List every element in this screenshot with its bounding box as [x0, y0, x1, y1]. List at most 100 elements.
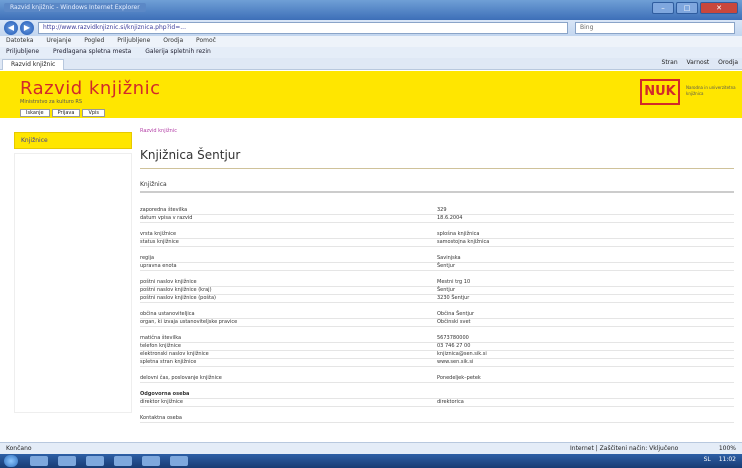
- breadcrumb[interactable]: Razvid knjižnic: [140, 128, 734, 134]
- field-label: telefon knjižnice: [140, 343, 181, 349]
- field-row: poštni naslov knjižnice Mestni trg 10: [140, 279, 734, 287]
- field-value: knjiznica@sen.sik.si: [437, 351, 487, 357]
- media-icon[interactable]: [86, 456, 104, 466]
- word-icon[interactable]: [114, 456, 132, 466]
- field-row: poštni naslov knjižnice (kraj) Šentjur: [140, 287, 734, 295]
- field-row: status knjižnice samostojna knjižnica: [140, 239, 734, 247]
- command-safety[interactable]: Varnost: [687, 59, 710, 66]
- field-value: Šentjur: [437, 287, 455, 293]
- field-row: regija Savinjska: [140, 255, 734, 263]
- command-tools[interactable]: Orodja: [718, 59, 738, 66]
- field-label: Odgovorna oseba: [140, 391, 190, 397]
- header-tabs: Iskanje Prijava Vpis: [20, 109, 106, 117]
- explorer-icon[interactable]: [58, 456, 76, 466]
- tab-login[interactable]: Prijava: [51, 109, 81, 117]
- field-value: Občinski svet: [437, 319, 471, 325]
- field-row: datum vpisa v razvid 18.6.2004: [140, 215, 734, 223]
- status-bar: Končano Internet | Zaščiteni način: Vklj…: [0, 442, 742, 454]
- field-row: elektronski naslov knjižnice knjiznica@se…: [140, 351, 734, 359]
- start-button[interactable]: [4, 455, 18, 467]
- tab-row: Razvid knjižnic Stran Varnost Orodja: [0, 58, 742, 70]
- section-heading: Knjižnica: [140, 181, 734, 193]
- app-icon[interactable]: [142, 456, 160, 466]
- menu-tools[interactable]: Orodja: [163, 37, 183, 44]
- field-value: Savinjska: [437, 255, 461, 261]
- logo-caption: Narodna in univerzitetna knjižnica: [686, 85, 736, 96]
- field-label: elektronski naslov knjižnice: [140, 351, 209, 357]
- field-value: samostojna knjižnica: [437, 239, 490, 245]
- title-divider: [140, 168, 734, 169]
- forward-icon[interactable]: ▶: [20, 21, 34, 35]
- app2-icon[interactable]: [170, 456, 188, 466]
- browser-tab[interactable]: Razvid knjižnic: [2, 59, 65, 70]
- field-list: zaporedna številka 329 datum vpisa v razvi…: [140, 207, 734, 423]
- favorites-button[interactable]: Priljubljene: [6, 48, 39, 55]
- field-label: datum vpisa v razvid: [140, 215, 193, 221]
- sidebar-item-libraries[interactable]: Knjižnice: [14, 132, 132, 149]
- field-label: vrsta knjižnice: [140, 231, 177, 237]
- command-bar: Stran Varnost Orodja: [655, 59, 738, 66]
- menu-view[interactable]: Pogled: [84, 37, 104, 44]
- clock[interactable]: 11:02: [719, 456, 736, 463]
- security-zone[interactable]: Internet | Zaščiteni način: Vključeno: [570, 445, 678, 452]
- field-label: poštni naslov knjižnice (pošta): [140, 295, 216, 301]
- menu-edit[interactable]: Urejanje: [46, 37, 71, 44]
- maximize-button[interactable]: □: [676, 2, 698, 14]
- row-spacer: [140, 327, 734, 335]
- row-spacer: [140, 303, 734, 311]
- field-value: 03 746 27 00: [437, 343, 471, 349]
- command-page[interactable]: Stran: [662, 59, 678, 66]
- ie-icon[interactable]: [30, 456, 48, 466]
- field-row: vrsta knjižnice splošna knjižnica: [140, 231, 734, 239]
- site-title[interactable]: Razvid knjižnic: [20, 78, 160, 99]
- favorite-suggested-sites[interactable]: Predlagana spletna mesta: [53, 48, 131, 55]
- main-content: Razvid knjižnic Knjižnica Šentjur Knjižn…: [140, 128, 734, 423]
- sidebar: Knjižnice: [14, 132, 132, 432]
- field-label: upravna enota: [140, 263, 177, 269]
- field-row: poštni naslov knjižnice (pošta) 3230 Šent…: [140, 295, 734, 303]
- sidebar-panel: [14, 153, 132, 413]
- field-value: 18.6.2004: [437, 215, 463, 221]
- back-icon[interactable]: ◀: [4, 21, 18, 35]
- field-value: Ponedeljek–petek: [437, 375, 481, 381]
- field-value: Šentjur: [437, 263, 455, 269]
- tab-search[interactable]: Iskanje: [20, 109, 50, 117]
- menu-favorites[interactable]: Priljubljene: [117, 37, 150, 44]
- field-label: poštni naslov knjižnice: [140, 279, 197, 285]
- language-indicator[interactable]: SL: [704, 456, 711, 463]
- status-text: Končano: [6, 445, 32, 452]
- field-label: regija: [140, 255, 155, 261]
- field-label: delovni čas, poslovanje knjižnice: [140, 375, 222, 381]
- field-label: status knjižnice: [140, 239, 179, 245]
- window-title-bar: Razvid knjižnic - Windows Internet Explo…: [0, 0, 742, 20]
- field-value: Mestni trg 10: [437, 279, 471, 285]
- row-spacer: [140, 367, 734, 375]
- menu-file[interactable]: Datoteka: [6, 37, 33, 44]
- field-row: Odgovorna oseba: [140, 391, 734, 399]
- row-spacer: [140, 223, 734, 231]
- field-row: direktor knjižnice direktorica: [140, 399, 734, 407]
- zoom-level[interactable]: 100%: [719, 445, 736, 452]
- page-header: Razvid knjižnic Ministrstvo za kulturo R…: [0, 71, 742, 118]
- field-label: matična številka: [140, 335, 182, 341]
- page-body: Knjižnice Razvid knjižnic Knjižnica Šent…: [0, 118, 742, 442]
- nuk-logo: NUK: [640, 79, 680, 105]
- field-value: splošna knjižnica: [437, 231, 480, 237]
- minimize-button[interactable]: –: [652, 2, 674, 14]
- address-bar[interactable]: http://www.razvidknjiznic.si/knjiznica.p…: [38, 22, 568, 34]
- field-row: spletna stran knjižnice www.sen.sik.si: [140, 359, 734, 367]
- row-spacer: [140, 247, 734, 255]
- field-label: zaporedna številka: [140, 207, 188, 213]
- field-row: telefon knjižnice 03 746 27 00: [140, 343, 734, 351]
- close-button[interactable]: ✕: [700, 2, 738, 14]
- field-row: upravna enota Šentjur: [140, 263, 734, 271]
- window-title: Razvid knjižnic - Windows Internet Explo…: [4, 3, 146, 12]
- menu-help[interactable]: Pomoč: [196, 37, 216, 44]
- favorites-bar: Priljubljene Predlagana spletna mesta Ga…: [0, 47, 742, 58]
- field-value: Občina Šentjur: [437, 311, 475, 317]
- tab-register[interactable]: Vpis: [82, 109, 106, 117]
- favorite-web-slice-gallery[interactable]: Galerija spletnih rezin: [145, 48, 211, 55]
- search-input[interactable]: Bing: [575, 22, 735, 34]
- row-spacer: [140, 271, 734, 279]
- menu-bar: Datoteka Urejanje Pogled Priljubljene Or…: [0, 36, 742, 47]
